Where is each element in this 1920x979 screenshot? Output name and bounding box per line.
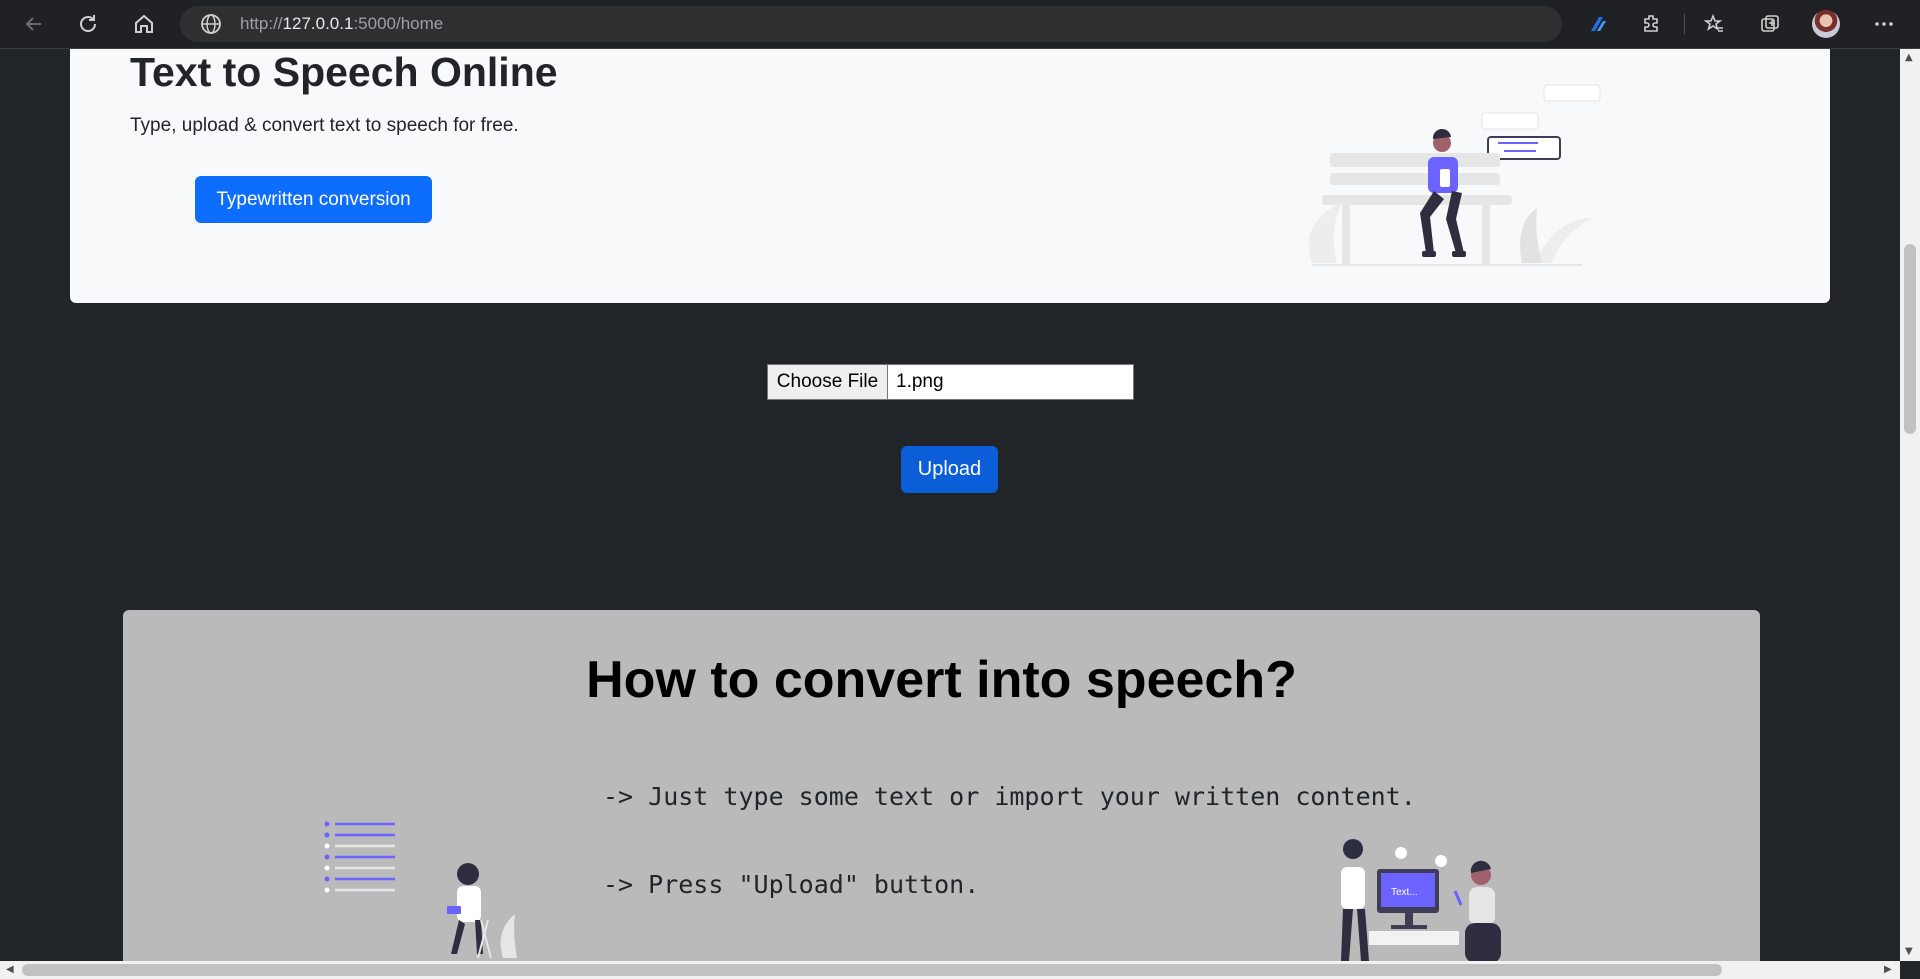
globe-icon [200, 13, 222, 39]
extensions-icon[interactable] [1636, 8, 1668, 40]
favorites-icon[interactable] [1698, 8, 1730, 40]
screen-text: Text... [1391, 887, 1418, 898]
refresh-icon[interactable] [72, 8, 104, 40]
vertical-scroll-thumb[interactable] [1904, 244, 1916, 434]
vertical-scrollbar[interactable]: ▲ ▼ [1900, 49, 1920, 961]
home-icon[interactable] [128, 8, 160, 40]
how-to-title: How to convert into speech? [586, 651, 1297, 709]
scroll-up-arrow-icon[interactable]: ▲ [1905, 53, 1913, 63]
step-2: -> Press "Upload" button. [603, 870, 980, 899]
copilot-icon[interactable] [1582, 8, 1614, 40]
horizontal-scrollbar[interactable]: ◀ ▶ [0, 961, 1900, 979]
person-with-checklist-illustration [324, 821, 517, 959]
scroll-left-arrow-icon[interactable]: ◀ [6, 965, 14, 975]
scroll-down-arrow-icon[interactable]: ▼ [1905, 947, 1913, 957]
choose-file-button[interactable]: Choose File [768, 365, 888, 399]
how-to-section: How to convert into speech? -> Just type… [123, 610, 1760, 961]
profile-avatar[interactable] [1812, 10, 1840, 38]
two-people-at-computer-illustration: Text... [1341, 839, 1501, 961]
file-input[interactable]: Choose File 1.png [767, 364, 1134, 400]
back-icon[interactable] [18, 8, 50, 40]
hero-subtitle: Type, upload & convert text to speech fo… [130, 115, 519, 136]
toolbar-divider [1684, 14, 1685, 34]
selected-file-name: 1.png [896, 371, 944, 392]
hero-section: Text to Speech Online Type, upload & con… [70, 49, 1830, 303]
url-text: http://127.0.0.1:5000/home [240, 14, 444, 33]
collections-icon[interactable] [1754, 8, 1786, 40]
person-on-bench-illustration [1308, 84, 1601, 266]
more-icon[interactable] [1868, 8, 1900, 40]
hero-title: Text to Speech Online [130, 49, 558, 95]
browser-toolbar: http://127.0.0.1:5000/home [0, 0, 1920, 49]
typewritten-conversion-button[interactable]: Typewritten conversion [195, 176, 432, 223]
upload-button[interactable]: Upload [901, 446, 998, 493]
step-1: -> Just type some text or import your wr… [603, 782, 1416, 811]
address-bar[interactable]: http://127.0.0.1:5000/home [180, 6, 1562, 42]
page-content: Text to Speech Online Type, upload & con… [0, 49, 1900, 961]
scroll-right-arrow-icon[interactable]: ▶ [1884, 965, 1892, 975]
horizontal-scroll-thumb[interactable] [22, 964, 1722, 976]
